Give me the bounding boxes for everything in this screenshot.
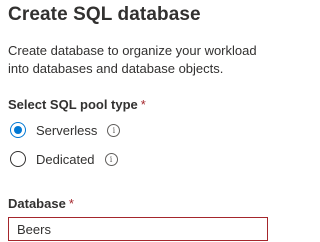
radio-option-dedicated[interactable]: Dedicated i <box>10 149 118 169</box>
info-icon[interactable]: i <box>104 152 118 166</box>
database-label-text: Database <box>8 196 66 211</box>
radio-dedicated[interactable] <box>10 151 26 167</box>
required-asterisk: * <box>68 196 74 211</box>
radio-label-dedicated[interactable]: Dedicated <box>36 152 95 167</box>
description-line-2: into databases and database objects. <box>8 61 224 76</box>
radio-label-serverless[interactable]: Serverless <box>36 123 97 138</box>
radio-option-serverless[interactable]: Serverless i <box>10 120 121 140</box>
pool-type-label-text: Select SQL pool type <box>8 97 138 112</box>
create-sql-database-panel: Create SQL database Create database to o… <box>0 0 268 242</box>
panel-title: Create SQL database <box>8 4 201 25</box>
panel-description: Create database to organize your workloa… <box>8 42 263 78</box>
database-name-input[interactable] <box>8 217 268 241</box>
pool-type-label: Select SQL pool type * <box>8 97 146 112</box>
description-line-1: Create database to organize your workloa… <box>8 43 257 58</box>
info-icon[interactable]: i <box>107 123 121 137</box>
radio-serverless[interactable] <box>10 122 26 138</box>
database-label: Database * <box>8 196 74 211</box>
required-asterisk: * <box>140 97 146 112</box>
